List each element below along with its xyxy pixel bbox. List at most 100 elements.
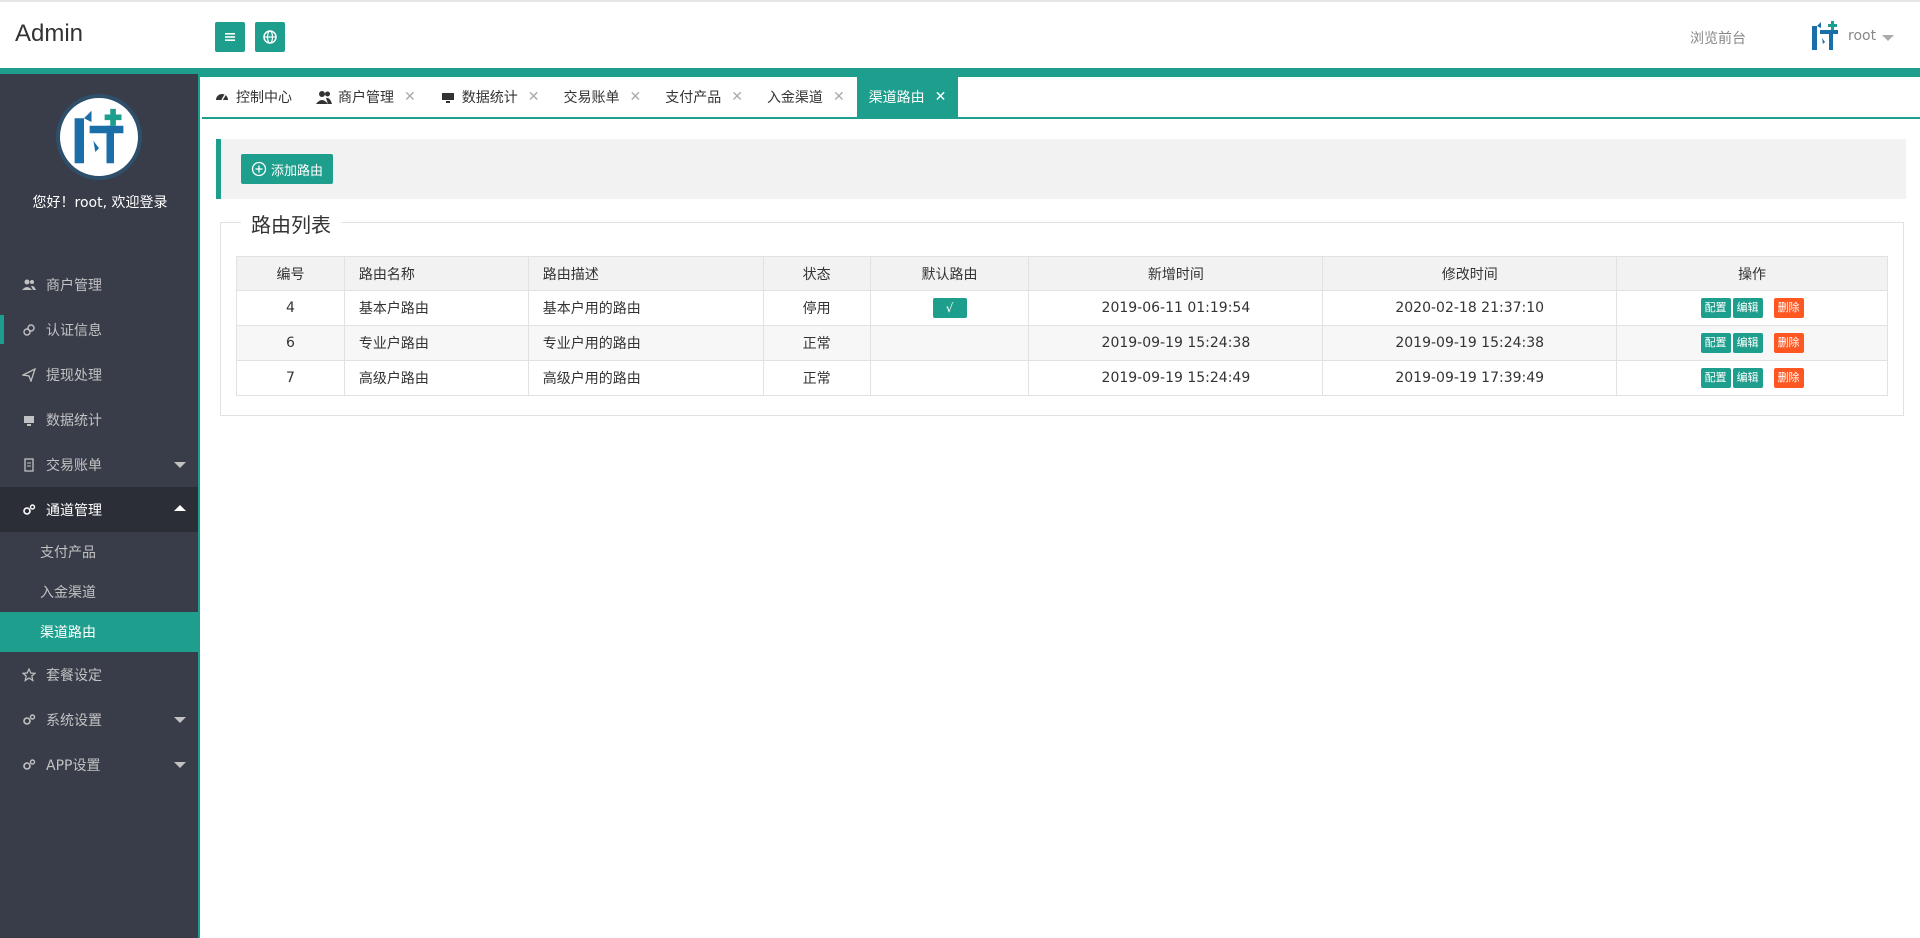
sidebar-item-packages[interactable]: 套餐设定 <box>0 652 198 697</box>
cell-created: 2019-06-11 01:19:54 <box>1028 290 1324 326</box>
table-header-row: 编号 路由名称 路由描述 状态 默认路由 新增时间 修改时间 操作 <box>236 256 1888 291</box>
cell-id: 4 <box>236 290 345 326</box>
sidebar-item-merchant[interactable]: 商户管理 <box>0 262 198 307</box>
welcome-text: 您好！root, 欢迎登录 <box>32 195 168 211</box>
tab-merchant[interactable]: 商户管理 ✕ <box>304 77 428 117</box>
cell-created: 2019-09-19 15:24:49 <box>1028 360 1324 396</box>
cell-modified: 2020-02-18 21:37:10 <box>1322 290 1618 326</box>
users-icon <box>316 89 332 105</box>
dashboard-icon <box>214 89 230 105</box>
col-header-default: 默认路由 <box>869 256 1030 291</box>
cell-id: 6 <box>236 325 345 361</box>
close-icon[interactable]: ✕ <box>404 89 416 105</box>
globe-button[interactable] <box>255 22 285 52</box>
col-header-modified: 修改时间 <box>1322 256 1618 291</box>
user-logo-icon <box>1812 21 1838 50</box>
cell-modified: 2019-09-19 15:24:38 <box>1322 325 1618 361</box>
route-table: 编号 路由名称 路由描述 状态 默认路由 新增时间 修改时间 操作 4 基本户路… <box>236 256 1888 396</box>
col-header-name: 路由名称 <box>343 256 529 291</box>
tab-bills[interactable]: 交易账单 ✕ <box>551 77 653 117</box>
col-header-id: 编号 <box>236 256 345 291</box>
header-accent-strip <box>0 68 1920 77</box>
top-header: Admin 浏览前台 root <box>0 0 1920 68</box>
avatar <box>56 94 142 180</box>
tab-deposit-channels[interactable]: 入金渠道 ✕ <box>755 77 857 117</box>
sidebar-item-app-settings[interactable]: APP设置 <box>0 742 198 787</box>
users-icon <box>20 276 38 294</box>
gears-icon <box>20 756 38 774</box>
close-icon[interactable]: ✕ <box>833 89 845 105</box>
username: root <box>1848 28 1877 44</box>
cell-modified: 2019-09-19 17:39:49 <box>1322 360 1618 396</box>
delete-button[interactable]: 删除 <box>1773 298 1804 318</box>
menu-toggle-button[interactable] <box>215 22 245 52</box>
chevron-down-icon <box>174 762 186 768</box>
col-header-actions: 操作 <box>1616 256 1888 291</box>
sidebar-item-channel-routing[interactable]: 渠道路由 <box>0 612 198 652</box>
config-button[interactable]: 配置 <box>1700 298 1731 318</box>
chevron-down-icon <box>174 462 186 468</box>
sidebar-item-channels[interactable]: 通道管理 <box>0 487 198 532</box>
delete-button[interactable]: 删除 <box>1773 368 1804 388</box>
sidebar-item-withdraw[interactable]: 提现处理 <box>0 352 198 397</box>
config-button[interactable]: 配置 <box>1700 368 1731 388</box>
config-button[interactable]: 配置 <box>1700 333 1731 353</box>
chevron-down-icon <box>174 717 186 723</box>
sidebar-item-deposit-channels[interactable]: 入金渠道 <box>0 572 198 612</box>
user-menu[interactable]: root <box>1810 20 1895 52</box>
default-route-badge[interactable]: √ <box>932 298 967 318</box>
cell-name: 高级户路由 <box>343 360 529 396</box>
tab-pay-products[interactable]: 支付产品 ✕ <box>653 77 755 117</box>
sidebar-menu: 商户管理 认证信息 提现处理 数据统计 交易账单 通道管理 支付产品 入金渠道 … <box>0 262 198 787</box>
add-route-button[interactable]: 添加路由 <box>241 154 334 184</box>
action-toolbar: 添加路由 <box>216 139 1906 199</box>
link-icon <box>20 321 38 339</box>
cell-actions: 配置 编辑 删除 <box>1616 360 1888 396</box>
star-icon <box>20 666 38 684</box>
hamburger-icon <box>225 33 235 41</box>
close-icon[interactable]: ✕ <box>731 89 743 105</box>
table-row: 6 专业户路由 专业户用的路由 正常 2019-09-19 15:24:38 2… <box>236 325 1888 361</box>
cell-status: 正常 <box>762 360 871 396</box>
col-header-created: 新增时间 <box>1028 256 1324 291</box>
col-header-status: 状态 <box>762 256 871 291</box>
edit-button[interactable]: 编辑 <box>1732 368 1763 388</box>
edit-button[interactable]: 编辑 <box>1732 298 1763 318</box>
cell-default <box>869 360 1030 396</box>
tab-bar: 控制中心 商户管理 ✕ 数据统计 ✕ 交易账单 ✕ 支付产品 ✕ 入金渠道 ✕ … <box>202 77 1920 119</box>
browse-frontend-link[interactable]: 浏览前台 <box>1690 28 1746 48</box>
plus-circle-icon <box>251 161 267 177</box>
logo-icon <box>74 108 124 164</box>
gears-icon <box>20 711 38 729</box>
route-list-panel: 路由列表 编号 路由名称 路由描述 状态 默认路由 新增时间 修改时间 操作 4… <box>220 209 1904 416</box>
cell-name: 基本户路由 <box>343 290 529 326</box>
page-title: 路由列表 <box>241 209 341 238</box>
document-icon <box>20 456 38 474</box>
cell-id: 7 <box>236 360 345 396</box>
delete-button[interactable]: 删除 <box>1773 333 1804 353</box>
tab-dashboard[interactable]: 控制中心 <box>202 77 304 117</box>
cell-desc: 高级户用的路由 <box>527 360 764 396</box>
chevron-up-icon <box>174 505 186 511</box>
close-icon[interactable]: ✕ <box>629 89 641 105</box>
send-icon <box>20 366 38 384</box>
chevron-down-icon <box>1882 34 1895 41</box>
sidebar-item-system-settings[interactable]: 系统设置 <box>0 697 198 742</box>
edit-button[interactable]: 编辑 <box>1732 333 1763 353</box>
col-header-desc: 路由描述 <box>527 256 764 291</box>
cell-status: 正常 <box>762 325 871 361</box>
cell-actions: 配置 编辑 删除 <box>1616 290 1888 326</box>
sidebar-item-bills[interactable]: 交易账单 <box>0 442 198 487</box>
cell-actions: 配置 编辑 删除 <box>1616 325 1888 361</box>
tab-channel-routing[interactable]: 渠道路由 ✕ <box>856 77 959 117</box>
brand-title: Admin <box>15 20 84 47</box>
sidebar-item-pay-products[interactable]: 支付产品 <box>0 532 198 572</box>
cell-status: 停用 <box>762 290 871 326</box>
sidebar-item-stats[interactable]: 数据统计 <box>0 397 198 442</box>
close-icon[interactable]: ✕ <box>528 89 540 105</box>
cell-default: √ <box>869 290 1030 326</box>
sidebar-item-auth[interactable]: 认证信息 <box>0 307 198 352</box>
close-icon[interactable]: ✕ <box>935 89 947 105</box>
tab-stats[interactable]: 数据统计 ✕ <box>428 77 552 117</box>
cell-desc: 专业户用的路由 <box>527 325 764 361</box>
